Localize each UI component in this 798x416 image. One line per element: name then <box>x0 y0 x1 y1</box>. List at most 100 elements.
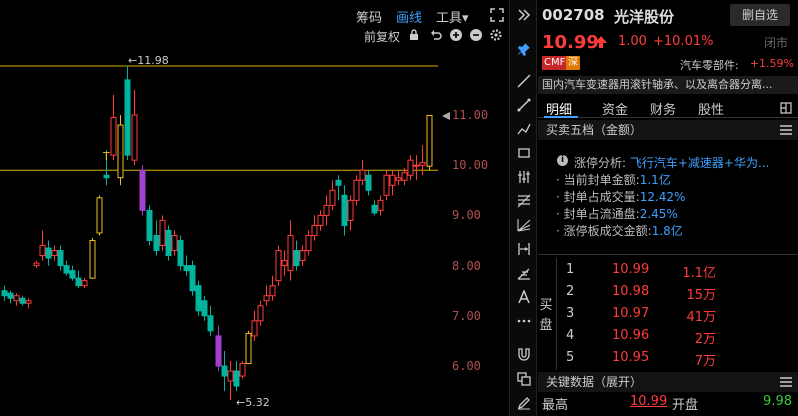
fuquan-select[interactable]: 前复权 <box>364 28 400 45</box>
candle-body <box>103 174 110 179</box>
candle-body <box>251 320 258 337</box>
analysis-row-label: · 涨停板成交金额: <box>556 224 652 238</box>
company-description[interactable]: 国内汽车变速器用滚针轴承、以及离合器分离... <box>538 76 798 94</box>
tab-finance[interactable]: 财务 <box>650 99 676 118</box>
menu-icon[interactable] <box>780 377 792 387</box>
analysis-row-label: · 封单占流通盘: <box>556 207 640 221</box>
limit-up-analysis[interactable]: 涨停分析: 飞行汽车+减速器+华为... <box>574 154 769 171</box>
gann-fan-icon[interactable] <box>517 218 531 232</box>
menu-icon[interactable] <box>780 125 792 135</box>
candle-body <box>177 240 184 267</box>
candle-body <box>371 204 378 214</box>
price-axis-label: 10.00 <box>452 158 489 172</box>
candle-body <box>159 219 166 247</box>
price-change: 1.00 <box>618 34 647 49</box>
tab-capital[interactable]: 资金 <box>602 99 628 118</box>
candle-body <box>359 169 366 181</box>
magnet-icon[interactable] <box>517 348 531 362</box>
bid-price: 10.99 <box>612 262 650 277</box>
arrow-up-icon <box>595 36 607 48</box>
candle-body <box>395 177 402 181</box>
analysis-label: 涨停分析: <box>574 156 627 170</box>
candle-body <box>201 300 208 317</box>
candle-body <box>146 209 153 242</box>
analysis-row-value: 2.45% <box>639 207 678 221</box>
chips-button[interactable]: 筹码 <box>356 7 382 26</box>
zoom-in-icon[interactable] <box>450 29 462 41</box>
key-data-header[interactable]: 关键数据（展开） <box>538 372 798 392</box>
candle-body <box>89 240 96 279</box>
candle-body <box>39 245 46 257</box>
candle-body <box>117 124 124 179</box>
candle-body <box>383 174 390 196</box>
bid-row[interactable]: 4 10.96 2万 <box>566 328 796 348</box>
bid-volume: 2万 <box>694 332 716 347</box>
bid-price: 10.98 <box>612 284 650 299</box>
bid-volume: 7万 <box>694 354 716 369</box>
bid-row[interactable]: 2 10.98 15万 <box>566 284 796 304</box>
bid-level: 1 <box>566 262 575 277</box>
high-value[interactable]: 10.99 <box>630 394 667 409</box>
analysis-row-label: · 当前封单金额: <box>556 173 640 187</box>
candle-body <box>75 277 82 287</box>
parallel-channel-icon[interactable] <box>517 170 531 184</box>
rectangle-icon[interactable] <box>517 146 531 160</box>
detail-tabs: 明细 资金 财务 股性 <box>538 96 798 118</box>
lock-icon[interactable] <box>408 29 420 41</box>
tools-dropdown-arrow: ▾ <box>462 11 469 26</box>
open-label: 开盘 <box>672 398 699 413</box>
edit-pencil-icon[interactable] <box>517 396 531 410</box>
candle-body <box>305 234 312 252</box>
candle-body <box>413 164 420 167</box>
settings-gear-icon[interactable] <box>490 29 502 41</box>
last-price: 10.99 <box>542 32 599 53</box>
copy-drawing-icon[interactable] <box>517 372 531 386</box>
bid-row[interactable]: 5 10.95 7万 <box>566 350 796 370</box>
angle-line-icon[interactable] <box>517 266 531 280</box>
candle-body <box>81 280 88 287</box>
analysis-value: 飞行汽车+减速器+华为... <box>629 156 770 170</box>
tools-menu[interactable]: 工具▾ <box>436 7 469 26</box>
candle-body <box>419 162 426 166</box>
pin-icon[interactable] <box>517 42 531 56</box>
collapse-panel-icon[interactable] <box>517 8 531 22</box>
layout-grid-icon[interactable] <box>780 102 792 114</box>
more-tools-icon[interactable] <box>517 314 531 328</box>
candle-body <box>353 179 360 201</box>
price-change-pct: +10.01% <box>653 34 714 49</box>
candle-body <box>124 79 131 156</box>
undo-icon[interactable] <box>430 29 442 41</box>
sector-link[interactable]: 汽车零部件: <box>680 57 739 73</box>
candle-body <box>153 234 160 252</box>
bid-volume: 15万 <box>686 288 716 303</box>
price-axis-label: 6.00 <box>452 359 481 373</box>
bid-row[interactable]: 3 10.97 41万 <box>566 306 796 326</box>
candlestick-chart[interactable]: ←11.98 ←5.32 T <box>0 46 508 416</box>
candle-body <box>401 172 408 181</box>
fullscreen-icon[interactable] <box>490 8 504 22</box>
bid-level: 5 <box>566 350 575 365</box>
fibonacci-icon[interactable] <box>517 194 531 208</box>
candle-body <box>335 179 342 186</box>
market-badge: 深 <box>566 56 580 70</box>
analysis-row: · 涨停板成交金额:1.8亿 <box>556 222 683 239</box>
polyline-icon[interactable] <box>517 122 531 136</box>
divider <box>538 254 798 255</box>
bid-price: 10.95 <box>612 350 650 365</box>
candle-body <box>63 265 70 274</box>
candle-body <box>341 194 348 226</box>
ray-line-icon[interactable] <box>517 98 531 112</box>
text-tool-icon[interactable] <box>517 290 531 304</box>
price-axis-label: 11.00 <box>452 108 489 122</box>
measure-icon[interactable] <box>517 242 531 256</box>
line-segment-icon[interactable] <box>517 74 531 88</box>
zoom-out-icon[interactable] <box>470 29 482 41</box>
bid-row[interactable]: 1 10.99 1.1亿 <box>566 262 796 282</box>
tab-stock-character[interactable]: 股性 <box>698 99 724 118</box>
remove-watchlist-button[interactable]: 删自选 <box>730 4 790 26</box>
draw-line-button[interactable]: 画线 <box>396 7 422 26</box>
order-book-header[interactable]: 买卖五档（金额） <box>538 120 798 140</box>
t-marker: T <box>102 150 110 163</box>
price-axis-label: 7.00 <box>452 309 481 323</box>
candle-body <box>183 265 190 272</box>
